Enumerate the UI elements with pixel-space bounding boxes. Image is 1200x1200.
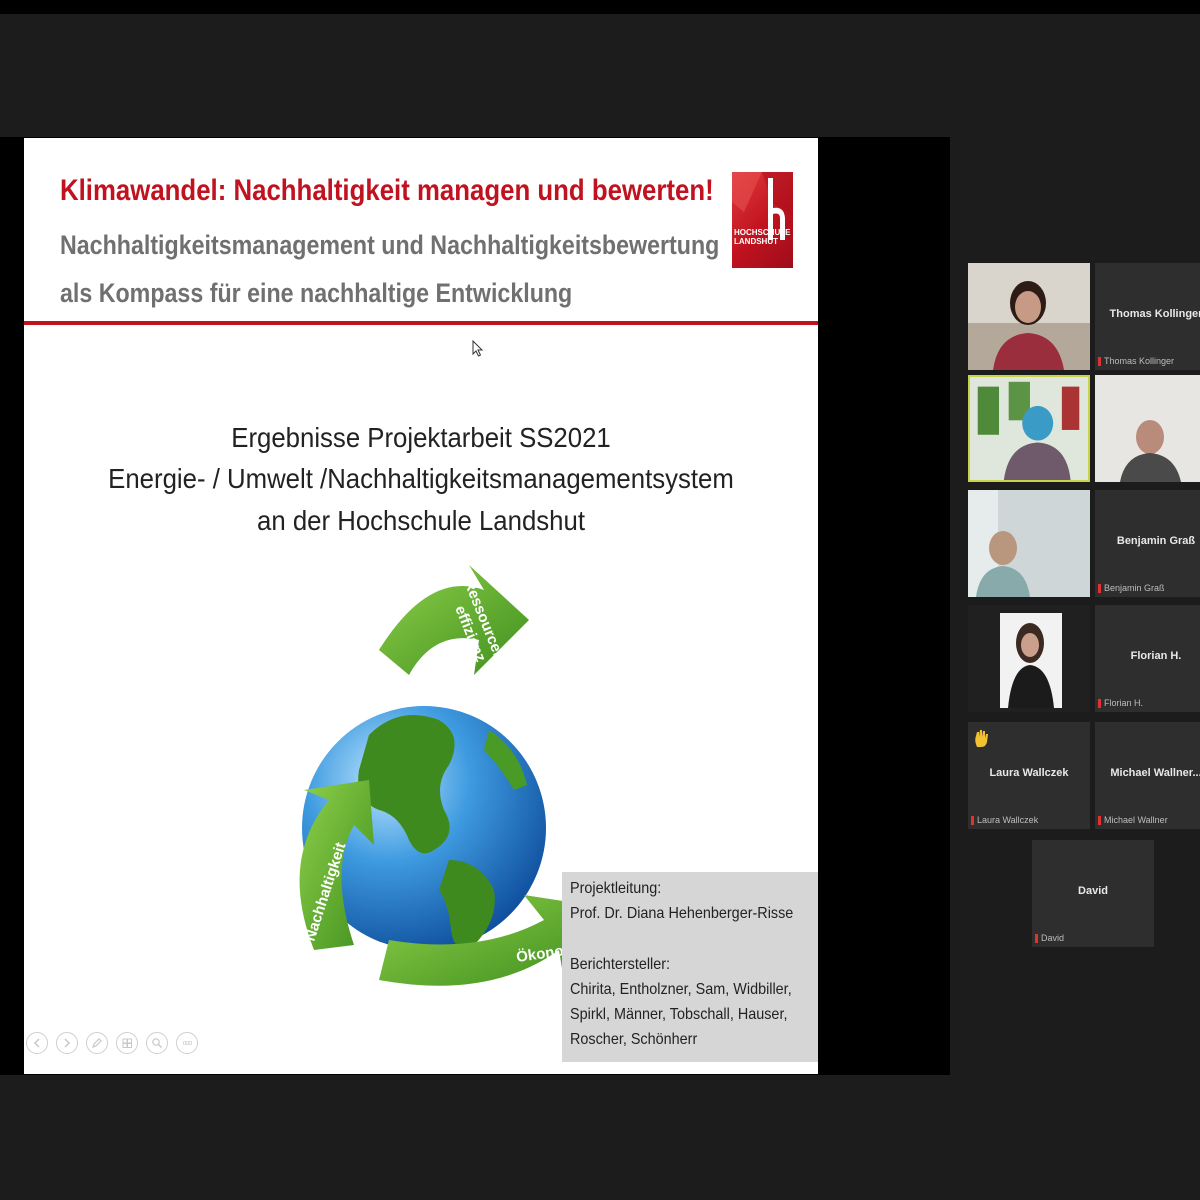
raised-hand-icon — [975, 730, 988, 747]
participant-tile[interactable] — [1095, 375, 1200, 482]
logo-text-line2: LANDSHUT — [734, 237, 778, 246]
slide-heading-line3: an der Hochschule Landshut — [257, 505, 585, 536]
zoom-icon — [152, 1038, 162, 1048]
logo-mark-icon — [732, 172, 793, 240]
see-all-slides-button[interactable] — [116, 1032, 138, 1054]
more-icon: ooo — [182, 1039, 193, 1047]
participant-tile[interactable]: Thomas Kollinger Thomas Kollinger — [1095, 263, 1200, 370]
reporters-label: Berichtersteller: — [570, 956, 671, 973]
participant-name: Thomas Kollinger — [1109, 308, 1200, 320]
next-icon — [64, 1038, 71, 1048]
participant-video — [970, 377, 1088, 480]
title-divider — [24, 321, 818, 325]
participant-label: Laura Wallczek — [971, 815, 1038, 825]
hochschule-landshut-logo: HOCHSCHULE LANDSHUT — [732, 172, 793, 268]
slide-title: Klimawandel: Nachhaltigkeit managen und … — [60, 174, 714, 207]
more-options-button[interactable]: ooo — [176, 1032, 198, 1054]
reporters-line1: Chirita, Entholzner, Sam, Widbiller, — [570, 981, 792, 998]
recycling-globe-illustration: Ressourcen- effizienz Nachhaltigkeit Öko… — [299, 565, 590, 986]
logo-text-line1: HOCHSCHULE — [734, 228, 791, 237]
pen-tool-button[interactable] — [86, 1032, 108, 1054]
participant-name: David — [1078, 885, 1108, 897]
participant-tile[interactable]: David David — [1032, 840, 1154, 947]
participant-tile[interactable] — [968, 605, 1090, 712]
slide-heading-line2: Energie- / Umwelt /Nachhaltigkeitsmanage… — [108, 463, 734, 494]
participant-label: Michael Wallner — [1098, 815, 1168, 825]
participant-name: Benjamin Graß — [1116, 535, 1196, 547]
participant-tile[interactable] — [968, 490, 1090, 597]
participant-label: David — [1035, 933, 1064, 943]
participant-label: Florian H. — [1098, 698, 1143, 708]
participant-label: Benjamin Graß — [1098, 583, 1165, 593]
participant-tile[interactable]: Laura Wallczek Laura Wallczek — [968, 722, 1090, 829]
reporters-line3: Roscher, Schönherr — [570, 1031, 698, 1048]
zoom-button[interactable] — [146, 1032, 168, 1054]
slide-subtitle-line1: Nachhaltigkeitsmanagement und Nachhaltig… — [60, 230, 720, 260]
mouse-cursor-icon — [472, 340, 484, 357]
prev-icon — [33, 1038, 40, 1048]
participant-video — [1095, 375, 1200, 482]
participant-label: Thomas Kollinger — [1098, 356, 1174, 366]
slides-icon — [122, 1038, 132, 1048]
slide-heading-line1: Ergebnisse Projektarbeit SS2021 — [231, 422, 611, 453]
prev-slide-button[interactable] — [26, 1032, 48, 1054]
participant-name: Laura Wallczek — [989, 767, 1069, 779]
slide-subtitle-line2: als Kompass für eine nachhaltige Entwick… — [60, 278, 573, 308]
presenter-controls: ooo — [26, 1032, 198, 1068]
project-info-box: Projektleitung: Prof. Dr. Diana Hehenber… — [562, 872, 818, 1062]
presentation-slide: Klimawandel: Nachhaltigkeit managen und … — [24, 138, 818, 1074]
logo-text: HOCHSCHULE LANDSHUT — [734, 228, 791, 246]
participant-tile[interactable]: Florian H. Florian H. — [1095, 605, 1200, 712]
participant-video — [968, 263, 1090, 370]
participant-tile[interactable]: Michael Wallner... Michael Wallner — [1095, 722, 1200, 829]
project-lead-label: Projektleitung: — [570, 880, 662, 897]
participant-tile[interactable]: Benjamin Graß Benjamin Graß — [1095, 490, 1200, 597]
pen-icon — [92, 1038, 102, 1048]
participant-tile-active-speaker[interactable] — [968, 375, 1090, 482]
participant-video — [968, 490, 1090, 597]
participant-gallery: Thomas Kollinger Thomas Kollinger Benjam… — [950, 0, 1200, 1200]
participant-name: Michael Wallner... — [1110, 767, 1200, 779]
next-slide-button[interactable] — [56, 1032, 78, 1054]
project-lead-name: Prof. Dr. Diana Hehenberger-Risse — [570, 905, 794, 922]
reporters-line2: Spirkl, Männer, Tobschall, Hauser, — [570, 1006, 788, 1023]
participant-video — [968, 605, 1090, 712]
participant-name: Florian H. — [1130, 650, 1182, 662]
participant-tile[interactable] — [968, 263, 1090, 370]
